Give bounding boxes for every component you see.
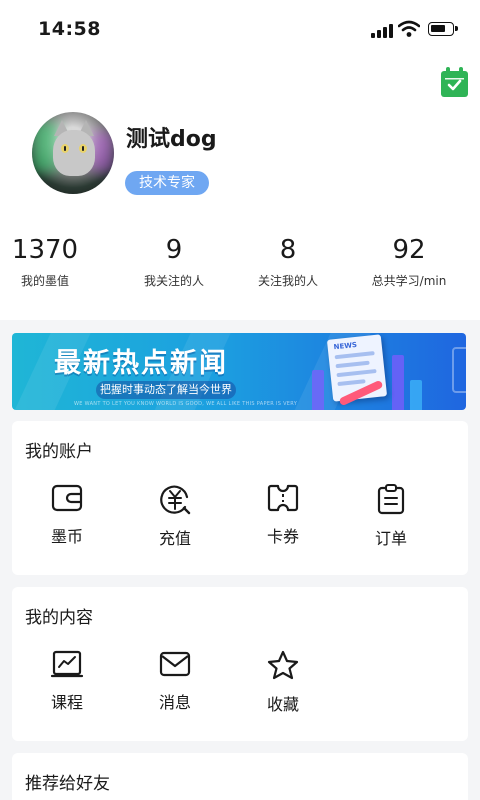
item-label: 消息 <box>158 693 191 712</box>
watermark-logo <box>452 347 466 393</box>
wallet-icon <box>51 484 83 512</box>
item-label: 卡券 <box>266 527 299 546</box>
account-item-coupon[interactable]: 卡券 <box>233 483 333 547</box>
account-item-orders[interactable]: 订单 <box>341 483 441 549</box>
account-item-ink-coin[interactable]: 墨币 <box>17 483 117 547</box>
recommend-card[interactable]: 推荐给好友 <box>12 753 468 800</box>
stat-following[interactable]: 9 我关注的人 <box>114 234 234 289</box>
section-title: 推荐给好友 <box>25 774 110 794</box>
item-label: 充值 <box>158 529 191 548</box>
section-title: 我的账户 <box>25 442 93 462</box>
stat-value: 8 <box>279 235 297 265</box>
envelope-icon <box>159 651 191 677</box>
news-banner[interactable]: NEWS 最新热点新闻 把握时事动态了解当今世界 WE WANT TO LET … <box>12 333 466 410</box>
banner-title: 最新热点新闻 <box>54 348 228 379</box>
item-label: 订单 <box>374 529 407 548</box>
item-label: 课程 <box>50 693 83 712</box>
check-in-calendar-icon[interactable] <box>441 67 468 97</box>
content-item-favorites[interactable]: 收藏 <box>233 649 333 715</box>
stat-label: 总共学习/min <box>371 274 447 288</box>
content-item-courses[interactable]: 课程 <box>17 649 117 713</box>
star-icon <box>267 650 299 680</box>
stat-label: 关注我的人 <box>257 274 318 288</box>
clipboard-icon <box>377 484 405 515</box>
stat-study-minutes[interactable]: 92 总共学习/min <box>349 234 469 289</box>
newspaper-label: NEWS <box>333 340 358 352</box>
account-card: 我的账户 墨币 充值 卡券 订单 <box>12 421 468 575</box>
battery-icon <box>428 22 458 36</box>
item-label: 墨币 <box>50 527 83 546</box>
user-title-badge: 技术专家 <box>125 171 209 195</box>
stat-followers[interactable]: 8 关注我的人 <box>228 234 348 289</box>
chart-course-icon <box>50 650 84 678</box>
stat-label: 我的墨值 <box>20 274 69 288</box>
banner-subtitle: 把握时事动态了解当今世界 <box>96 381 236 399</box>
stat-value: 9 <box>165 235 183 265</box>
ticket-icon <box>267 484 299 512</box>
stat-ink-value[interactable]: 1370 我的墨值 <box>0 234 105 289</box>
item-label: 收藏 <box>266 695 299 714</box>
content-item-messages[interactable]: 消息 <box>125 649 225 713</box>
content-card: 我的内容 课程 消息 收藏 <box>12 587 468 741</box>
account-item-recharge[interactable]: 充值 <box>125 483 225 549</box>
stat-value: 1370 <box>11 235 79 265</box>
wifi-icon <box>398 20 420 37</box>
stat-value: 92 <box>392 235 426 265</box>
status-bar: 14:58 <box>0 0 480 60</box>
username: 测试dog <box>126 127 217 152</box>
banner-tiny-text: WE WANT TO LET YOU KNOW WORLD IS GOOD, W… <box>74 401 298 407</box>
cellular-signal-icon <box>371 22 393 38</box>
yuan-coin-icon <box>160 485 191 515</box>
status-time: 14:58 <box>38 18 101 40</box>
section-title: 我的内容 <box>25 608 93 628</box>
profile-header: 14:58 测试dog 技术专家 1370 我的墨值 9 我关注的人 8 关注我… <box>0 0 480 320</box>
avatar[interactable] <box>32 112 114 194</box>
stat-label: 我关注的人 <box>143 274 204 288</box>
